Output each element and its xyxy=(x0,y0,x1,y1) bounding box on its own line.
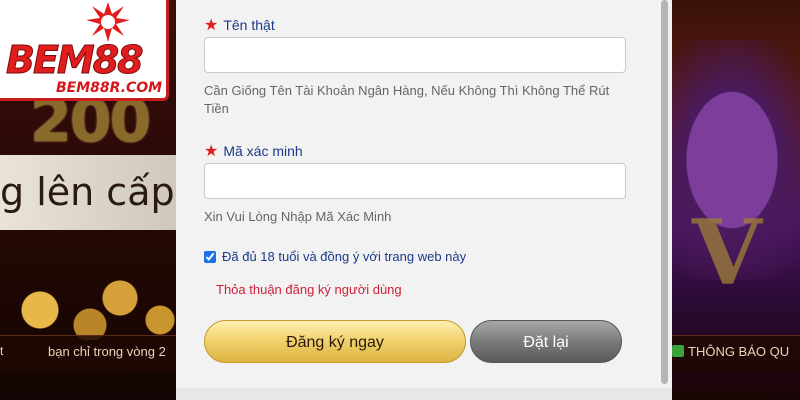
ticker-fragment: t xyxy=(0,344,4,358)
modal-scrollbar[interactable] xyxy=(661,0,668,384)
user-terms-link[interactable]: Thỏa thuận đăng ký người dùng xyxy=(216,282,402,297)
announcement-icon xyxy=(672,345,684,357)
agreement-checkbox[interactable] xyxy=(204,250,216,263)
logo-wordmark: BEM88 xyxy=(6,38,145,83)
fist-burst-icon xyxy=(86,2,130,42)
ticker-text-right: THÔNG BÁO QU xyxy=(672,344,789,359)
gold-letter-art: V xyxy=(692,200,762,306)
announcement-label: THÔNG BÁO QU xyxy=(688,344,790,359)
captcha-label-text: Mã xác minh xyxy=(223,143,303,159)
right-background: V THÔNG BÁO QU xyxy=(672,0,800,400)
captcha-input[interactable] xyxy=(204,163,626,199)
gold-coins-image xyxy=(0,270,176,340)
real-name-label: ★ Tên thật xyxy=(204,15,275,35)
modal-bottom-strip xyxy=(176,388,672,400)
logo-url: BEM88R.COM xyxy=(56,80,163,96)
agreement-label: Đã đủ 18 tuổi và đồng ý với trang web nà… xyxy=(222,249,467,264)
register-now-button[interactable]: Đăng ký ngay xyxy=(204,320,466,363)
promo-text: g lên cấp xyxy=(0,170,175,214)
real-name-hint: Cần Giống Tên Tài Khoản Ngân Hàng, Nếu K… xyxy=(204,83,610,116)
captcha-label: ★ Mã xác minh xyxy=(204,141,303,161)
required-star-icon: ★ xyxy=(204,143,219,160)
brand-logo[interactable]: BEM88 BEM88R.COM xyxy=(0,0,169,101)
real-name-input[interactable] xyxy=(204,37,626,73)
ticker-text-left: bạn chỉ trong vòng 2 xyxy=(48,344,166,359)
agreement-row: Đã đủ 18 tuổi và đồng ý với trang web nà… xyxy=(204,249,466,264)
required-star-icon: ★ xyxy=(204,17,219,34)
captcha-hint: Xin Vui Lòng Nhập Mã Xác Minh xyxy=(204,209,392,224)
real-name-label-text: Tên thật xyxy=(223,17,275,33)
reset-button[interactable]: Đặt lại xyxy=(470,320,622,363)
